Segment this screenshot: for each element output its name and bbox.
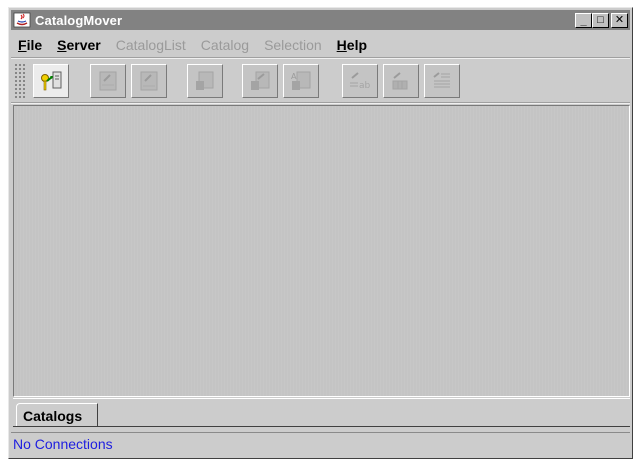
delete-catalog-icon <box>196 71 214 90</box>
tab-divider <box>13 426 630 427</box>
export-catalog-button[interactable] <box>131 64 167 98</box>
connect-server-icon <box>41 71 62 91</box>
status-text: No Connections <box>13 435 113 452</box>
title-bar[interactable]: CatalogMover _ □ ✕ <box>11 10 630 30</box>
move-catalog-button[interactable] <box>242 64 278 98</box>
menu-help[interactable]: Help <box>337 37 367 53</box>
rename-catalog-icon: A <box>291 71 311 90</box>
tab-catalogs-label: Catalogs <box>23 407 83 424</box>
catalog-table-icon <box>433 72 450 88</box>
java-app-icon <box>13 12 31 28</box>
catalogs-content-panel[interactable] <box>13 105 630 397</box>
import-catalog-icon <box>99 71 117 91</box>
menu-separator <box>11 57 630 59</box>
menu-cataloglist[interactable]: CatalogList <box>116 37 186 53</box>
status-bar: No Connections <box>11 432 630 454</box>
menu-catalog[interactable]: Catalog <box>201 37 249 53</box>
menu-selection[interactable]: Selection <box>264 37 322 53</box>
menu-file[interactable]: File <box>18 37 42 53</box>
import-catalog-button[interactable] <box>90 64 126 98</box>
tab-bar: Catalogs <box>13 398 630 427</box>
move-catalog-icon <box>251 71 270 90</box>
catalog-grid-icon <box>392 72 408 90</box>
maximize-icon: □ <box>597 13 604 26</box>
toolbar: A ab <box>11 60 630 102</box>
minimize-icon: _ <box>580 14 587 27</box>
svg-text:ab: ab <box>359 81 371 91</box>
catalog-grid-button[interactable] <box>383 64 419 98</box>
svg-text:A: A <box>291 72 297 81</box>
toolbar-grip[interactable] <box>14 63 26 99</box>
rename-catalog-button[interactable]: A <box>283 64 319 98</box>
export-catalog-icon <box>140 71 158 91</box>
catalog-text-button[interactable]: ab <box>342 64 378 98</box>
catalog-text-icon: ab <box>350 72 371 91</box>
menu-server[interactable]: Server <box>57 37 101 53</box>
connect-server-button[interactable] <box>33 64 69 98</box>
window-controls: _ □ ✕ <box>575 12 628 28</box>
toolbar-separator <box>11 102 630 104</box>
maximize-button[interactable]: □ <box>592 12 609 28</box>
window-title: CatalogMover <box>35 12 123 28</box>
close-button[interactable]: ✕ <box>611 12 628 28</box>
close-icon: ✕ <box>614 13 625 26</box>
catalog-table-button[interactable] <box>424 64 460 98</box>
minimize-button[interactable]: _ <box>575 12 592 28</box>
menu-bar: File Server CatalogList Catalog Selectio… <box>11 34 630 56</box>
delete-catalog-button[interactable] <box>187 64 223 98</box>
tab-catalogs[interactable]: Catalogs <box>16 403 98 427</box>
app-window: CatalogMover _ □ ✕ File Server CatalogLi… <box>8 7 633 459</box>
